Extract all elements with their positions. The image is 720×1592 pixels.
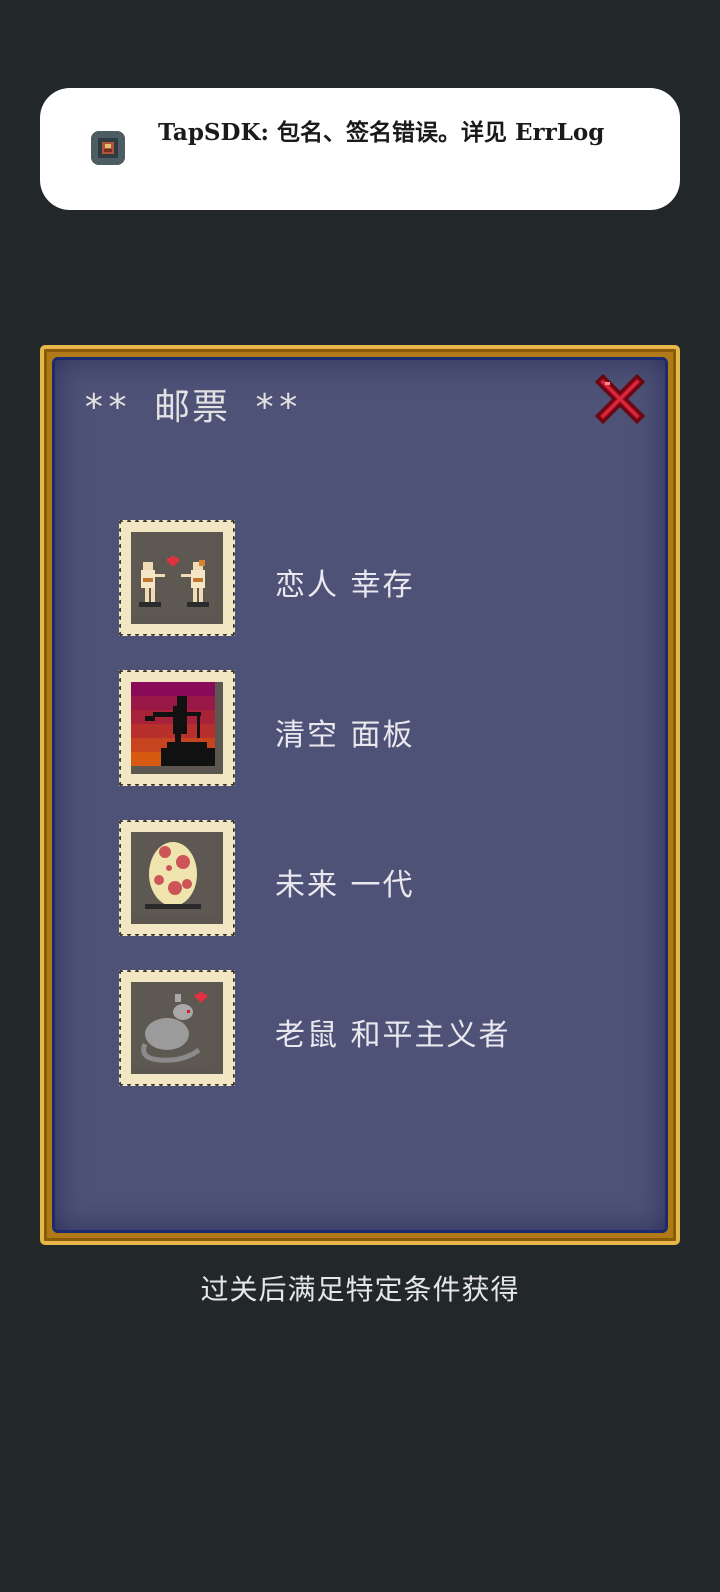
stamp-frame <box>119 970 235 1086</box>
stamp-row[interactable]: 未来 一代 <box>119 820 659 936</box>
stamp-label: 未来 一代 <box>275 868 415 903</box>
spotted-egg-stamp-icon <box>131 832 223 924</box>
unlock-hint-caption: 过关后满足特定条件获得 <box>200 1273 520 1306</box>
stamp-label: 老鼠 和平主义者 <box>275 1018 511 1053</box>
toast-message: TapSDK: 包名、签名错误。详见 ErrLog <box>158 119 605 146</box>
stamp-label: 清空 面板 <box>275 718 415 753</box>
toast-notification: TapSDK: 包名、签名错误。详见 ErrLog <box>40 88 680 210</box>
stamps-panel: ** 邮票 ** 恋人 幸存 清空 面板 未来 一代 老鼠 和平主义者 <box>40 345 680 1245</box>
stamps-panel-body: ** 邮票 ** 恋人 幸存 清空 面板 未来 一代 老鼠 和平主义者 <box>52 357 668 1233</box>
stamp-frame <box>119 670 235 786</box>
lovers-stamp-icon <box>131 532 223 624</box>
stamp-frame <box>119 820 235 936</box>
rat-heart-stamp-icon <box>131 982 223 1074</box>
stamp-frame <box>119 520 235 636</box>
close-button[interactable] <box>587 366 653 432</box>
sunset-figure-stamp-icon <box>131 682 223 774</box>
stamp-row[interactable]: 清空 面板 <box>119 670 659 786</box>
panel-title: ** 邮票 ** <box>83 387 302 428</box>
app-icon <box>91 131 125 165</box>
stamp-row[interactable]: 恋人 幸存 <box>119 520 659 636</box>
close-x-icon <box>594 373 646 425</box>
stamp-row[interactable]: 老鼠 和平主义者 <box>119 970 659 1086</box>
stamp-label: 恋人 幸存 <box>275 568 415 603</box>
